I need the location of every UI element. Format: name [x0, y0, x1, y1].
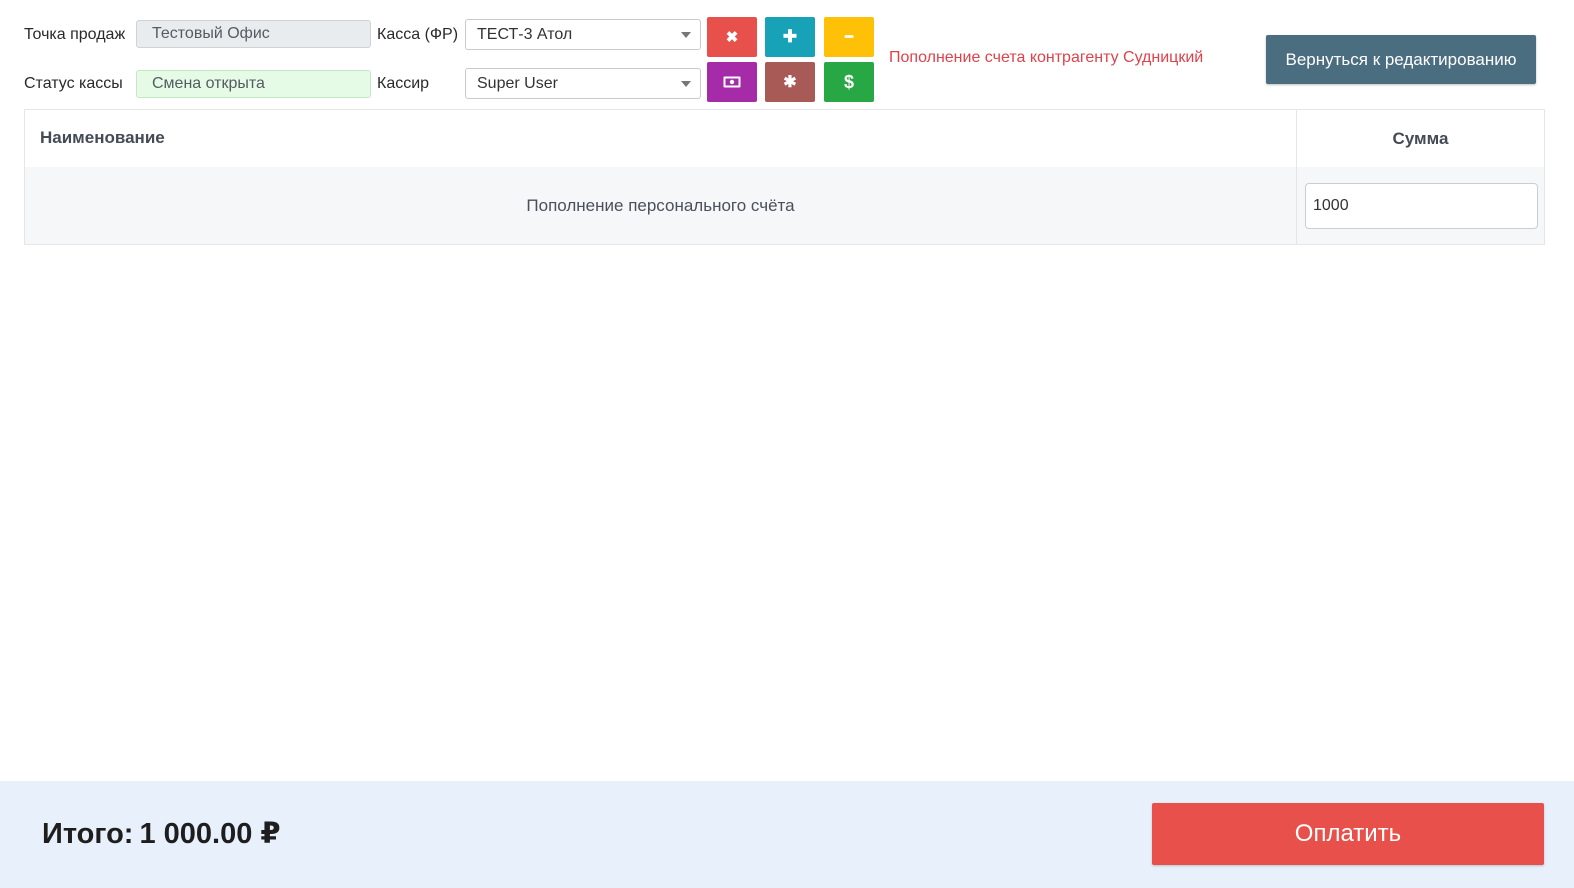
register-select[interactable]: ТЕСТ-3 Атол — [465, 19, 701, 50]
cash-report-button[interactable] — [707, 62, 757, 102]
payment-button[interactable]: $ — [824, 62, 874, 102]
register-status-field: Смена открыта — [136, 70, 371, 98]
withdraw-cash-button[interactable]: ━ — [824, 17, 874, 57]
total-label: Итого: — [42, 818, 134, 850]
register-status-label: Статус кассы — [24, 75, 123, 92]
register-select-value: ТЕСТ-3 Атол — [477, 26, 573, 43]
deposit-cash-button[interactable]: ✚ — [765, 17, 815, 57]
close-icon: ✖ — [725, 29, 739, 46]
plus-icon: ✚ — [782, 27, 798, 46]
total-summary: Итого: 1 000.00 ₽ — [42, 815, 281, 853]
total-amount: 1 000.00 ₽ — [139, 818, 281, 850]
close-shift-button[interactable]: ✖ — [707, 17, 757, 57]
cashier-select-value: Super User — [477, 75, 558, 92]
operation-notice: Пополнение счета контрагенту Судницкий — [889, 49, 1204, 66]
column-header-name: Наименование — [40, 128, 165, 147]
dollar-icon: $ — [843, 71, 854, 92]
sale-point-field: Тестовый Офис — [136, 20, 371, 48]
settings-button[interactable]: ✱ — [765, 62, 815, 102]
money-icon — [723, 76, 741, 88]
cash-register-page: Точка продаж Тестовый Офис Касса (ФР) ТЕ… — [0, 0, 1574, 888]
item-amount-cell — [1296, 167, 1544, 244]
minus-icon: ━ — [845, 29, 853, 44]
footer-bar: Итого: 1 000.00 ₽ Оплатить — [0, 781, 1574, 888]
register-label: Касса (ФР) — [377, 26, 459, 43]
table-header: Наименование Сумма — [25, 110, 1544, 168]
pay-button[interactable]: Оплатить — [1152, 803, 1544, 865]
gear-icon: ✱ — [783, 74, 797, 91]
amount-input[interactable] — [1305, 183, 1538, 229]
item-name: Пополнение персонального счёта — [526, 196, 795, 215]
back-to-edit-button[interactable]: Вернуться к редактированию — [1266, 35, 1536, 84]
cashier-label: Кассир — [377, 75, 430, 92]
chevron-down-icon — [681, 32, 691, 38]
column-header-amount: Сумма — [1296, 110, 1544, 167]
table-row: Пополнение персонального счёта — [25, 167, 1544, 244]
items-table: Наименование Сумма Пополнение персональн… — [24, 109, 1545, 245]
sale-point-label: Точка продаж — [24, 26, 126, 43]
cashier-select[interactable]: Super User — [465, 68, 701, 99]
chevron-down-icon — [681, 81, 691, 87]
